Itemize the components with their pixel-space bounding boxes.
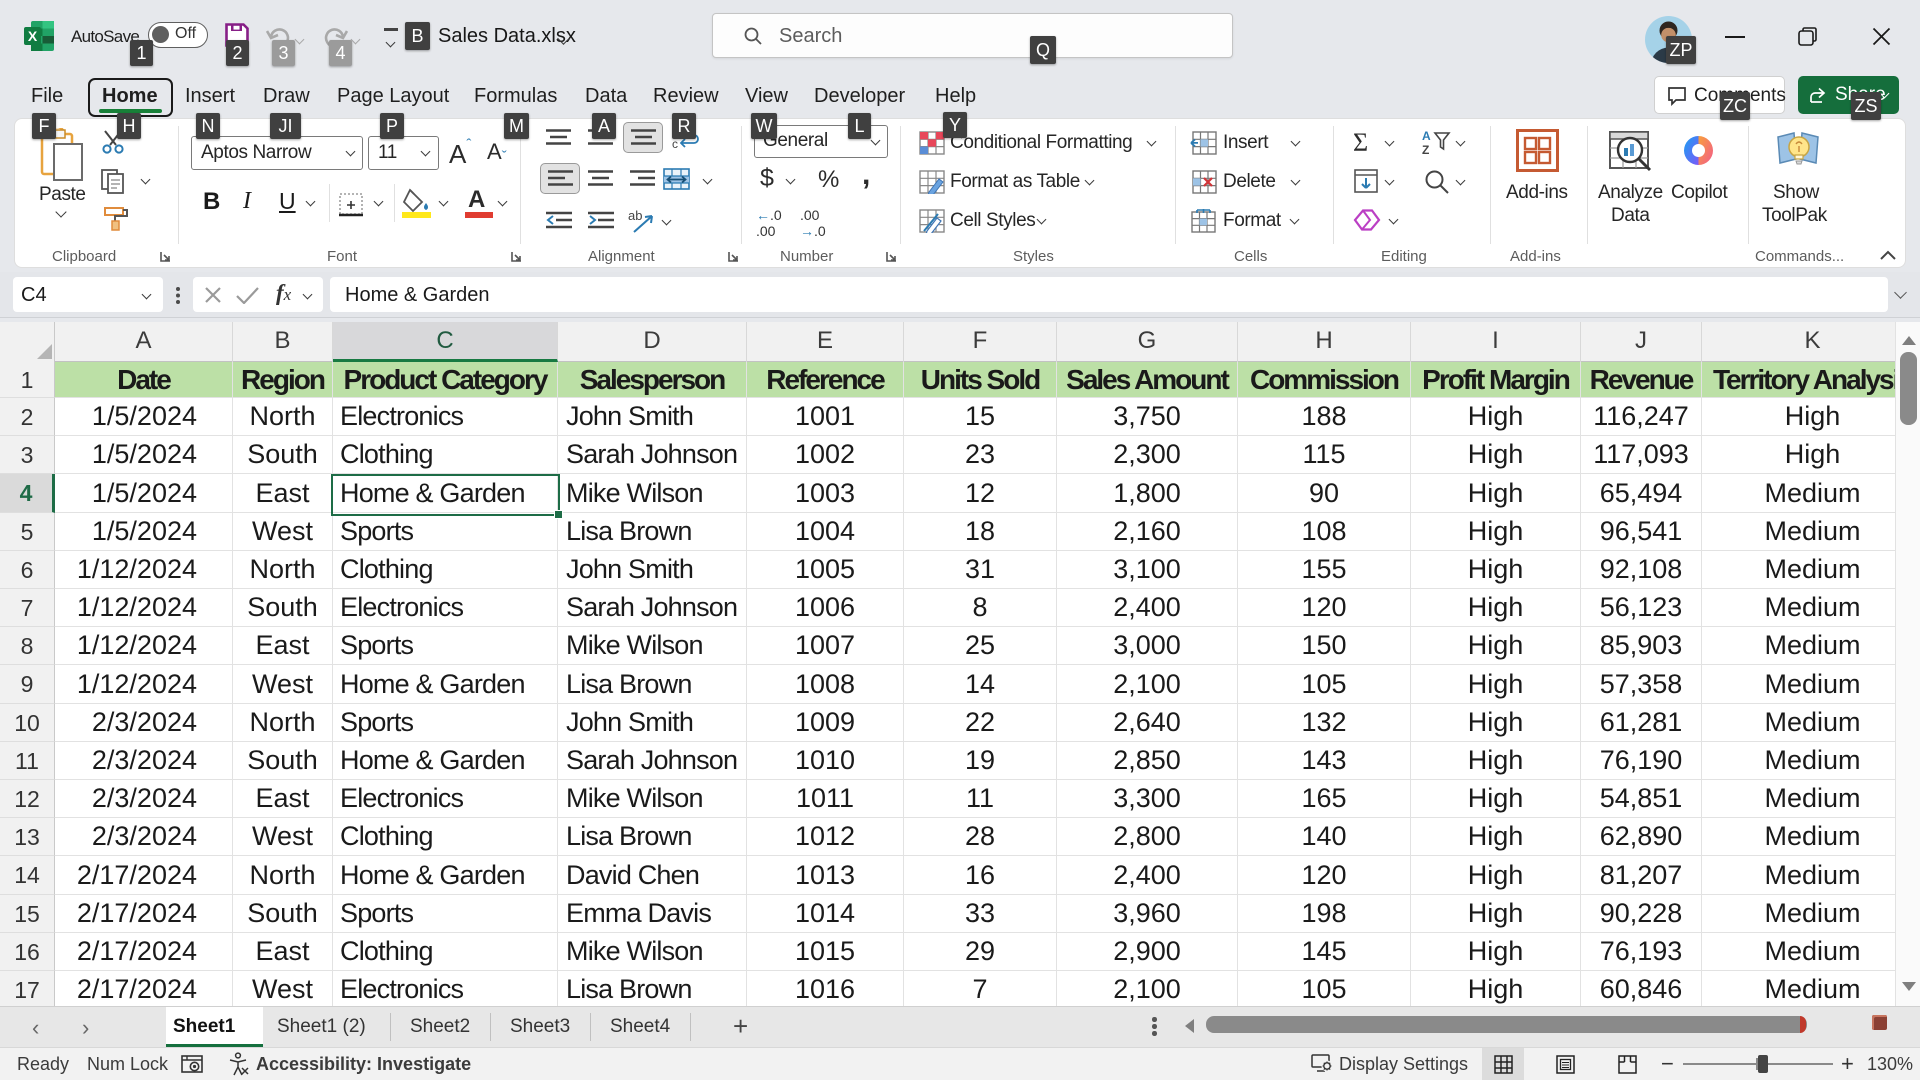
svg-text:X: X [28, 28, 38, 44]
svg-text:ab: ab [628, 208, 642, 223]
svg-text:Z: Z [1422, 143, 1429, 156]
svg-text:A: A [1422, 129, 1431, 143]
